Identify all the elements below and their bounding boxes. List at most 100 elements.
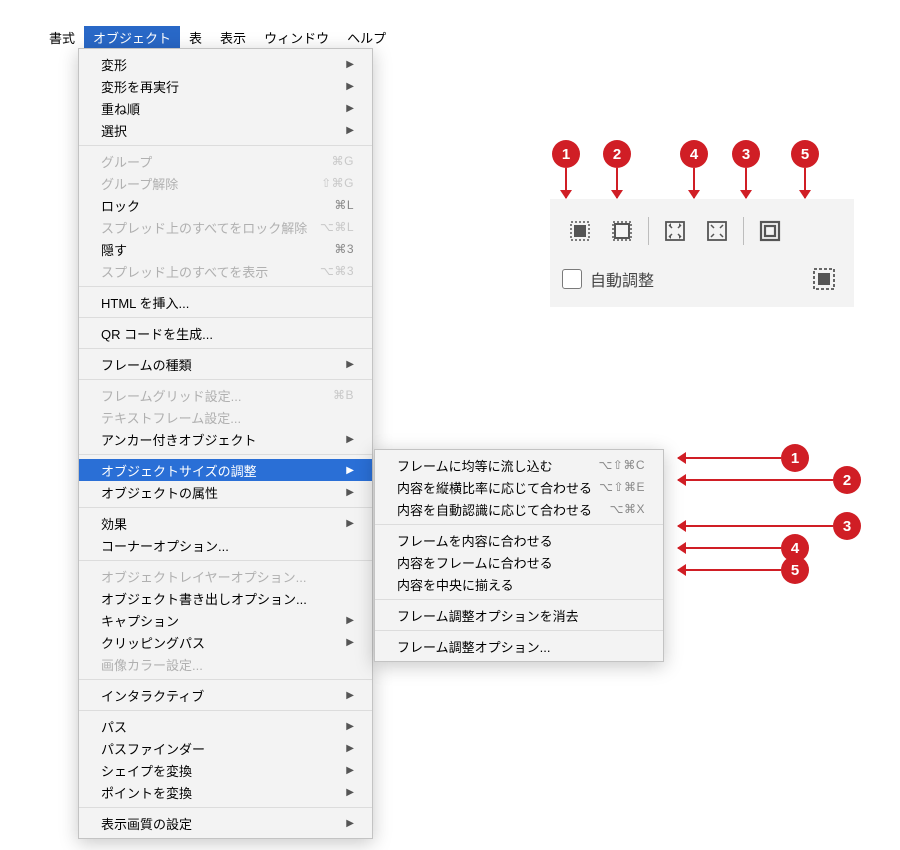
menu-item[interactable]: HTML を挿入... [79,291,372,313]
fitting-icon-4[interactable] [699,213,735,249]
menu-separator [79,807,372,808]
menubar-item[interactable]: オブジェクト [84,26,180,49]
menu-item-label: フレームの種類 [101,355,192,374]
object-menu: 変形▶変形を再実行▶重ね順▶選択▶グループ⌘Gグループ解除⇧⌘Gロック⌘Lスプレ… [78,48,373,839]
submenu-arrow-icon: ▶ [346,487,354,498]
menu-separator [79,348,372,349]
fitting-icon-3[interactable] [657,213,693,249]
menu-item-label: フレーム調整オプションを消去 [397,606,579,625]
submenu-arrow-icon: ▶ [346,787,354,798]
fitting-icon-5[interactable] [752,213,788,249]
menu-item[interactable]: パスファインダー▶ [79,737,372,759]
menu-item[interactable]: パス▶ [79,715,372,737]
menu-item[interactable]: 隠す⌘3 [79,238,372,260]
fitting-icon-2[interactable] [604,213,640,249]
menu-item: オブジェクトレイヤーオプション... [79,565,372,587]
menu-item-label: 変形 [101,55,127,74]
menu-item[interactable]: シェイプを変換▶ [79,759,372,781]
menu-item[interactable]: フレームの種類▶ [79,353,372,375]
menu-separator [79,379,372,380]
menu-item-label: コーナーオプション... [101,536,229,555]
menubar-item[interactable]: 表 [180,26,211,49]
callout-badge: 1 [781,444,809,472]
menu-item[interactable]: 内容をフレームに合わせる [375,551,663,573]
menu-shortcut: ⇧⌘G [321,176,354,190]
menu-item[interactable]: コーナーオプション... [79,534,372,556]
menu-item-label: 画像カラー設定... [101,655,203,674]
menu-item[interactable]: 内容を縦横比率に応じて合わせる⌥⇧⌘E [375,476,663,498]
menu-item[interactable]: 選択▶ [79,119,372,141]
menu-item: スプレッド上のすべてをロック解除⌥⌘L [79,216,372,238]
auto-fit-checkbox[interactable] [562,269,582,289]
submenu-arrow-icon: ▶ [346,81,354,92]
menu-item[interactable]: インタラクティブ▶ [79,684,372,706]
menu-item-label: 変形を再実行 [101,77,179,96]
menu-item-label: パス [101,717,127,736]
menu-item[interactable]: フレーム調整オプション... [375,635,663,657]
submenu-arrow-icon: ▶ [346,637,354,648]
menu-shortcut: ⌘B [333,388,354,402]
menu-item[interactable]: 変形 ▶ [79,53,372,75]
menu-item[interactable]: ポイントを変換▶ [79,781,372,803]
menubar-item[interactable]: 書式 [40,26,84,49]
menu-item[interactable]: キャプション▶ [79,609,372,631]
menu-item[interactable]: 内容を中央に揃える [375,573,663,595]
menu-separator [375,599,663,600]
menu-item[interactable]: クリッピングパス ▶ [79,631,372,653]
callout-badge: 3 [833,512,861,540]
menu-item[interactable]: オブジェクトの属性 ▶ [79,481,372,503]
menubar: 書式オブジェクト表表示ウィンドウヘルプ [40,26,395,48]
menu-item-label: 重ね順 [101,99,140,118]
menubar-item[interactable]: 表示 [211,26,255,49]
callout-arrow [678,525,833,527]
callout-arrow [804,168,806,198]
auto-fit-checkbox-row[interactable]: 自動調整 [562,267,654,291]
menu-item[interactable]: ロック⌘L [79,194,372,216]
menu-item-label: オブジェクトの属性 [101,483,218,502]
menu-item[interactable]: フレームを内容に合わせる [375,529,663,551]
menubar-item[interactable]: ウィンドウ [255,26,338,49]
menu-separator [79,454,372,455]
menu-item[interactable]: オブジェクト書き出しオプション... [79,587,372,609]
menu-item-label: QR コードを生成... [101,324,213,343]
menu-separator [375,524,663,525]
panel-divider [743,217,744,245]
menu-item[interactable]: 内容を自動認識に応じて合わせる⌥⌘X [375,498,663,520]
menu-item-label: 内容を中央に揃える [397,575,514,594]
menu-item-label: 内容を自動認識に応じて合わせる [397,500,592,519]
menu-item[interactable]: 効果▶ [79,512,372,534]
menu-item[interactable]: アンカー付きオブジェクト▶ [79,428,372,450]
menu-item-label: アンカー付きオブジェクト [101,430,256,449]
menu-shortcut: ⌥⇧⌘E [599,480,645,494]
menu-item[interactable]: オブジェクトサイズの調整▶ [79,459,372,481]
menu-item[interactable]: QR コードを生成... [79,322,372,344]
callout-arrow [745,168,747,198]
menu-item-label: フレームに均等に流し込む [397,456,553,475]
menu-separator [375,630,663,631]
submenu-arrow-icon: ▶ [346,59,354,70]
fitting-options-icon[interactable] [806,261,842,297]
auto-fit-row: 自動調整 [560,257,844,299]
menu-item[interactable]: 重ね順▶ [79,97,372,119]
menu-separator [79,679,372,680]
menubar-item[interactable]: ヘルプ [338,26,395,49]
fitting-panel: 自動調整 [550,199,854,307]
menu-item-label: オブジェクトレイヤーオプション... [101,567,306,586]
menu-separator [79,710,372,711]
callout-badge: 2 [603,140,631,168]
submenu-arrow-icon: ▶ [346,765,354,776]
submenu-arrow-icon: ▶ [346,615,354,626]
fitting-icon-row [560,207,844,257]
fitting-icon-1[interactable] [562,213,598,249]
callout-arrow [678,457,781,459]
menu-shortcut: ⌘G [332,154,354,168]
menu-item[interactable]: フレーム調整オプションを消去 [375,604,663,626]
menu-item[interactable]: 表示画質の設定▶ [79,812,372,834]
menu-item-label: 効果 [101,514,127,533]
menu-item[interactable]: 変形を再実行 ▶ [79,75,372,97]
menu-item-label: グループ [101,152,152,171]
auto-fit-label: 自動調整 [590,267,654,291]
menu-item[interactable]: フレームに均等に流し込む⌥⇧⌘C [375,454,663,476]
menu-item-label: クリッピングパス [101,633,205,652]
callout-badge: 5 [781,556,809,584]
